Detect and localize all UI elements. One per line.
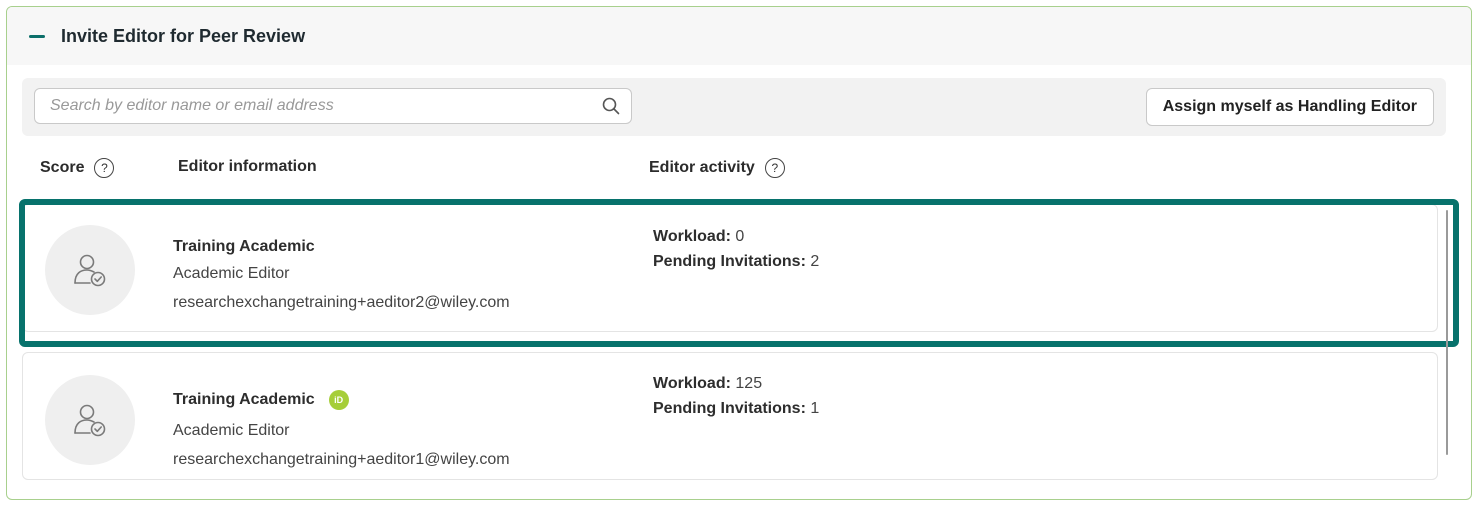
pending-value: 2 <box>810 253 820 270</box>
editor-name: Training Academic iD <box>173 390 349 410</box>
panel-title: Invite Editor for Peer Review <box>61 25 306 46</box>
panel-header[interactable]: Invite Editor for Peer Review <box>7 7 1471 65</box>
editor-name: Training Academic <box>173 238 315 256</box>
workload-label: Workload: <box>653 228 731 245</box>
avatar <box>45 225 135 315</box>
score-column-header: Score ? <box>40 158 115 178</box>
avatar <box>45 375 135 465</box>
user-check-icon <box>74 404 106 437</box>
editor-card[interactable]: Training Academic Academic Editor resear… <box>22 204 1438 332</box>
editor-information-header-label: Editor information <box>178 158 317 175</box>
workload-value: 125 <box>735 375 763 392</box>
pending-invitations: Pending Invitations: 1 <box>653 400 819 418</box>
editor-name-text: Training Academic <box>173 391 315 408</box>
pending-label: Pending Invitations: <box>653 400 806 417</box>
pending-value: 1 <box>810 400 820 417</box>
editor-list: Training Academic Academic Editor resear… <box>16 198 1446 498</box>
pending-label: Pending Invitations: <box>653 253 806 270</box>
scrollbar[interactable] <box>1446 210 1448 455</box>
editor-name-text: Training Academic <box>173 238 315 255</box>
editor-email: researchexchangetraining+aeditor2@wiley.… <box>173 294 510 311</box>
editor-role: Academic Editor <box>173 265 290 282</box>
editor-card[interactable]: Training Academic iD Academic Editor res… <box>22 352 1438 480</box>
workload: Workload: 125 <box>653 375 762 393</box>
pending-invitations: Pending Invitations: 2 <box>653 253 819 271</box>
orcid-icon[interactable]: iD <box>328 390 349 410</box>
search-toolbar: Assign myself as Handling Editor <box>22 78 1446 136</box>
help-circle-icon[interactable]: ? <box>94 158 115 178</box>
workload-value: 0 <box>735 228 745 245</box>
assign-myself-button[interactable]: Assign myself as Handling Editor <box>1145 88 1434 126</box>
editor-role: Academic Editor <box>173 422 290 439</box>
editor-email: researchexchangetraining+aeditor1@wiley.… <box>173 451 510 468</box>
editor-information-column-header: Editor information <box>178 158 317 176</box>
minus-icon[interactable] <box>29 34 45 38</box>
editor-activity-column-header: Editor activity ? <box>649 158 785 178</box>
search-box[interactable] <box>34 88 632 124</box>
workload: Workload: 0 <box>653 228 744 246</box>
search-icon[interactable] <box>591 88 631 124</box>
editor-activity-header-label: Editor activity <box>649 159 755 176</box>
score-header-label: Score <box>40 159 85 176</box>
workload-label: Workload: <box>653 375 731 392</box>
search-input[interactable] <box>35 89 591 123</box>
help-circle-icon[interactable]: ? <box>764 158 785 178</box>
user-check-icon <box>74 254 106 287</box>
